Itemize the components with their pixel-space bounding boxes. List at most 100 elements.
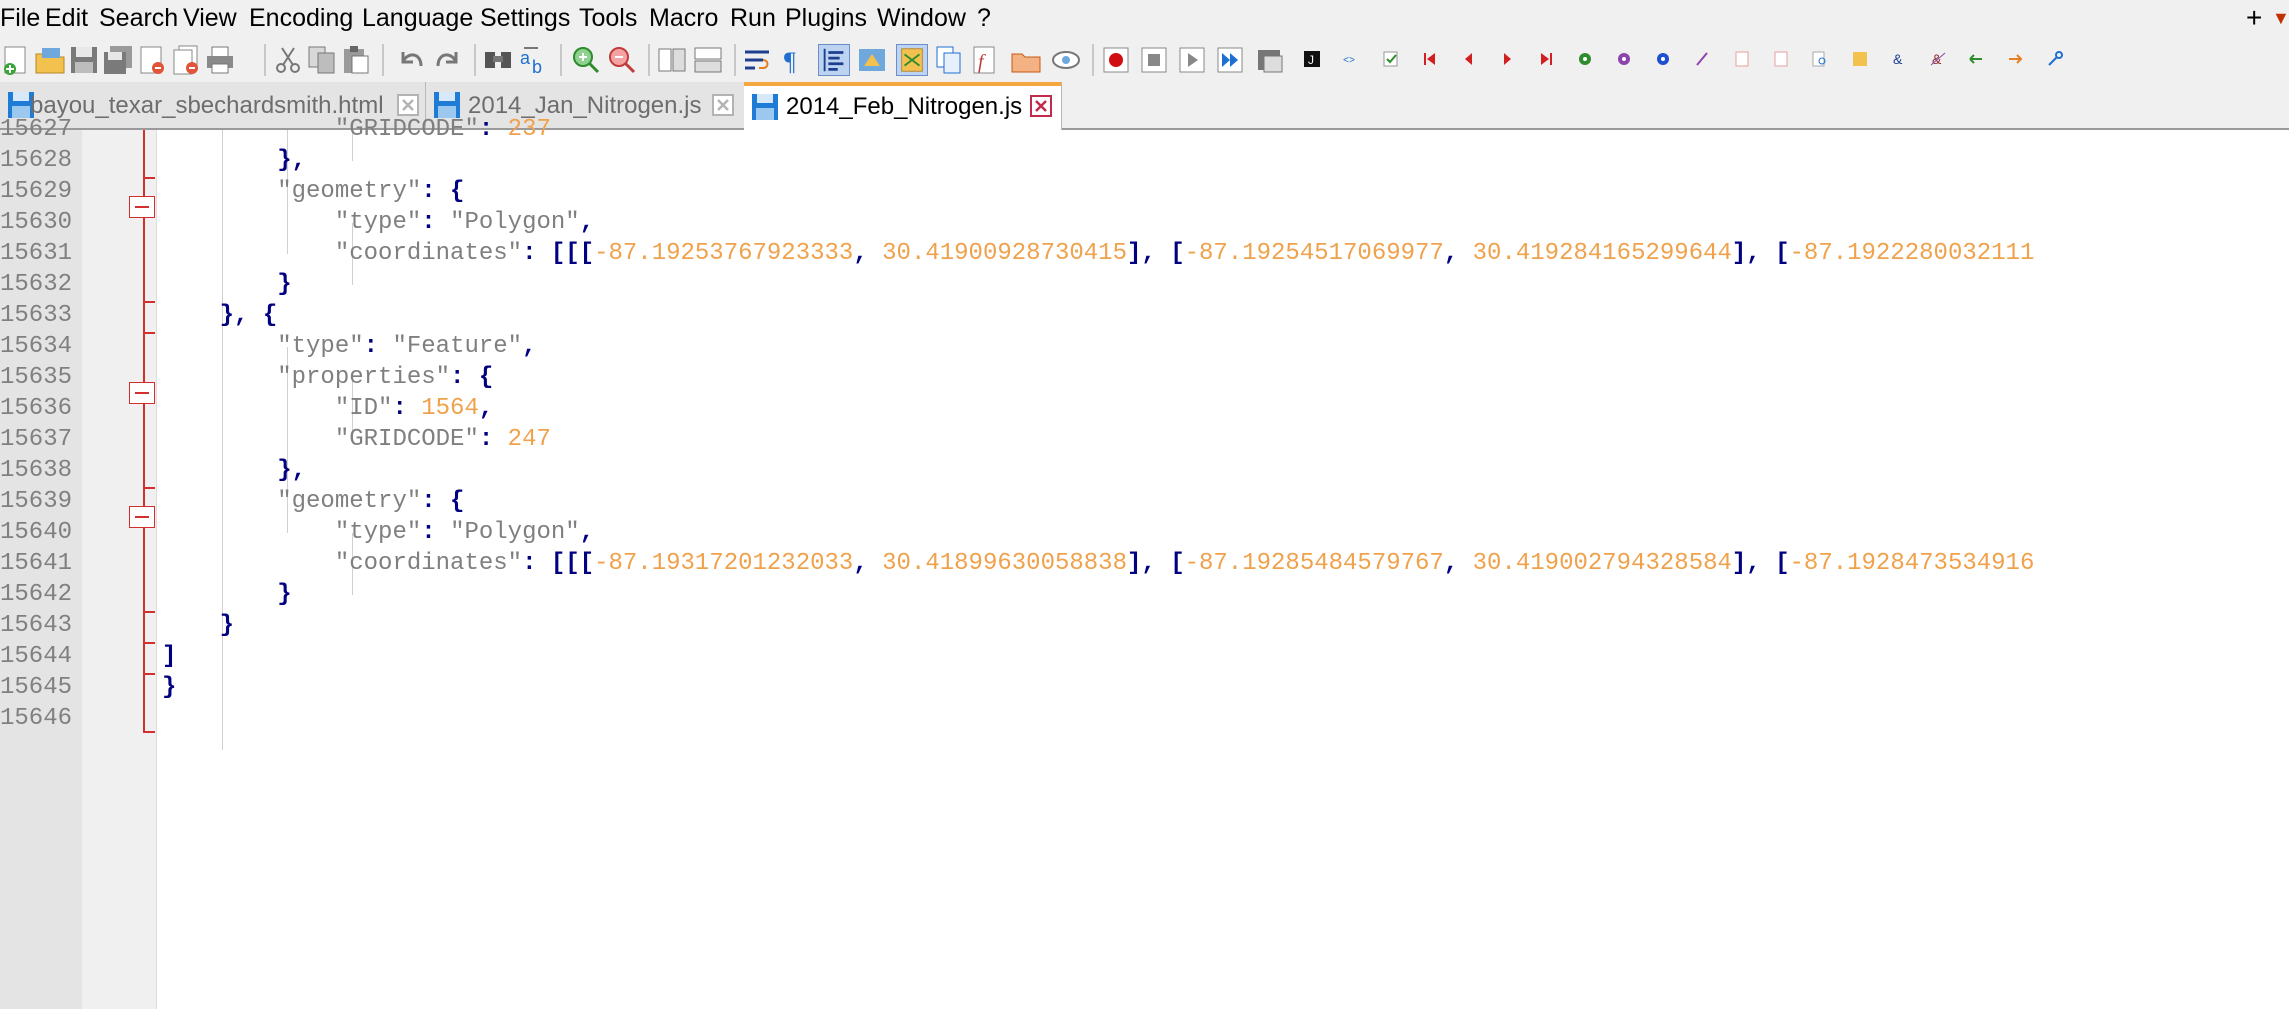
- code-line[interactable]: 15637 "GRIDCODE": 247: [0, 424, 2289, 455]
- plugin-check-icon[interactable]: [1382, 50, 1400, 68]
- zoom-in-icon[interactable]: [570, 44, 602, 76]
- code-line[interactable]: 15639 "geometry": {: [0, 486, 2289, 517]
- menu-encoding[interactable]: Encoding: [249, 4, 353, 33]
- menu-edit[interactable]: Edit: [45, 4, 88, 33]
- code-token: -87.19285484579767: [1184, 550, 1444, 577]
- code-line[interactable]: 15630 "type": "Polygon",: [0, 207, 2289, 238]
- code-text: }: [162, 269, 291, 300]
- find-icon[interactable]: [482, 44, 514, 76]
- code-text: }: [162, 579, 291, 610]
- zoom-out-icon[interactable]: [606, 44, 638, 76]
- code-line[interactable]: 15646: [0, 703, 2289, 734]
- plugin-note-icon[interactable]: [1851, 50, 1869, 68]
- menu-window[interactable]: Window: [877, 4, 966, 33]
- print-icon[interactable]: [204, 44, 236, 76]
- sync-vertical-icon[interactable]: [656, 44, 688, 76]
- redo-icon[interactable]: [432, 44, 464, 76]
- code-line[interactable]: 15628 },: [0, 145, 2289, 176]
- plugin-prev-icon[interactable]: [1460, 50, 1478, 68]
- indent-guide-icon[interactable]: [818, 44, 850, 76]
- code-line[interactable]: 15629 "geometry": {: [0, 176, 2289, 207]
- code-line[interactable]: 15627 "GRIDCODE": 237: [0, 114, 2289, 145]
- monitoring-icon[interactable]: [1050, 44, 1082, 76]
- plugin-arrow-orange-icon[interactable]: [2007, 50, 2025, 68]
- editor-pane[interactable]: 15627 "GRIDCODE": 237 15628 }, 15629 "geom…: [0, 116, 2289, 1009]
- tab-close-icon[interactable]: [712, 94, 734, 116]
- new-tab-plus-icon[interactable]: +: [2246, 2, 2262, 34]
- plugin-tool-icon[interactable]: [2046, 50, 2064, 68]
- tab-close-icon[interactable]: [397, 94, 419, 116]
- menu-language[interactable]: Language: [362, 4, 473, 33]
- menu-file[interactable]: File: [0, 4, 40, 33]
- open-file-icon[interactable]: [34, 44, 66, 76]
- new-file-icon[interactable]: [0, 44, 32, 76]
- undo-icon[interactable]: [395, 44, 427, 76]
- code-line[interactable]: 15642 }: [0, 579, 2289, 610]
- line-number: 15633: [0, 302, 73, 329]
- plugin-arrow-green-icon[interactable]: [1968, 50, 1986, 68]
- plugin-xml-icon[interactable]: <>: [1342, 50, 1360, 68]
- show-all-chars-icon[interactable]: ¶: [778, 44, 810, 76]
- code-line[interactable]: 15635 "properties": {: [0, 362, 2289, 393]
- plugin-purple-icon[interactable]: [1615, 50, 1633, 68]
- menu-macro[interactable]: Macro: [649, 4, 718, 33]
- plugin-doc-icon[interactable]: [1733, 50, 1751, 68]
- folder-as-workspace-icon[interactable]: [1010, 44, 1042, 76]
- save-icon[interactable]: [68, 44, 100, 76]
- code-line[interactable]: 15641 "coordinates": [[[-87.193172012320…: [0, 548, 2289, 579]
- code-line[interactable]: 15640 "type": "Polygon",: [0, 517, 2289, 548]
- code-token: }, {: [219, 302, 278, 329]
- user-defined-lang-icon[interactable]: [856, 44, 888, 76]
- save-macro-icon[interactable]: [1254, 44, 1286, 76]
- plugin-pencil-icon[interactable]: [1694, 50, 1712, 68]
- svg-text:&: &: [1893, 51, 1903, 67]
- sync-horizontal-icon[interactable]: [692, 44, 724, 76]
- code-line[interactable]: 15631 "coordinates": [[[-87.192537679233…: [0, 238, 2289, 269]
- code-line[interactable]: 15638 },: [0, 455, 2289, 486]
- stop-macro-icon[interactable]: [1138, 44, 1170, 76]
- tab-list-arrow-icon[interactable]: ▼: [2272, 8, 2289, 29]
- function-list-icon[interactable]: f: [970, 44, 1002, 76]
- close-all-icon[interactable]: [170, 44, 202, 76]
- plugin-j-icon[interactable]: J: [1303, 50, 1321, 68]
- menu-settings[interactable]: Settings: [480, 4, 570, 33]
- copy-icon[interactable]: [306, 44, 338, 76]
- menu-view[interactable]: View: [183, 4, 237, 33]
- menu-search[interactable]: Search: [99, 4, 178, 33]
- code-line[interactable]: 15643 }: [0, 610, 2289, 641]
- cut-icon[interactable]: [272, 44, 304, 76]
- replace-icon[interactable]: ab: [518, 44, 550, 76]
- code-token: :: [478, 426, 508, 453]
- plugin-next-icon[interactable]: [1498, 50, 1516, 68]
- plugin-search-icon[interactable]: [1811, 50, 1829, 68]
- document-list-icon[interactable]: [934, 44, 966, 76]
- code-token: : {: [421, 178, 465, 205]
- menu-help[interactable]: ?: [977, 4, 991, 33]
- plugin-first-icon[interactable]: [1421, 50, 1439, 68]
- plugin-doc2-icon[interactable]: [1772, 50, 1790, 68]
- menu-plugins[interactable]: Plugins: [785, 4, 867, 33]
- menu-tools[interactable]: Tools: [579, 4, 637, 33]
- code-token: 30.419284165299644: [1472, 240, 1732, 267]
- plugin-amp-icon[interactable]: &: [1890, 50, 1908, 68]
- plugin-green-icon[interactable]: [1576, 50, 1594, 68]
- line-number: 15639: [0, 488, 73, 515]
- plugin-last-icon[interactable]: [1537, 50, 1555, 68]
- code-line[interactable]: 15633 }, {: [0, 300, 2289, 331]
- plugin-amp-strike-icon[interactable]: &: [1929, 50, 1947, 68]
- code-line[interactable]: 15645}: [0, 672, 2289, 703]
- code-line[interactable]: 15634 "type": "Feature",: [0, 331, 2289, 362]
- code-line[interactable]: 15644]: [0, 641, 2289, 672]
- save-all-icon[interactable]: [102, 44, 134, 76]
- menu-run[interactable]: Run: [730, 4, 776, 33]
- play-macro-icon[interactable]: [1176, 44, 1208, 76]
- paste-icon[interactable]: [340, 44, 372, 76]
- plugin-blue-icon[interactable]: [1654, 50, 1672, 68]
- word-wrap-icon[interactable]: [742, 44, 774, 76]
- run-macro-multiple-icon[interactable]: [1214, 44, 1246, 76]
- document-map-icon[interactable]: [896, 44, 928, 76]
- code-line[interactable]: 15632 }: [0, 269, 2289, 300]
- code-line[interactable]: 15636 "ID": 1564,: [0, 393, 2289, 424]
- record-macro-icon[interactable]: [1100, 44, 1132, 76]
- close-file-icon[interactable]: [136, 44, 168, 76]
